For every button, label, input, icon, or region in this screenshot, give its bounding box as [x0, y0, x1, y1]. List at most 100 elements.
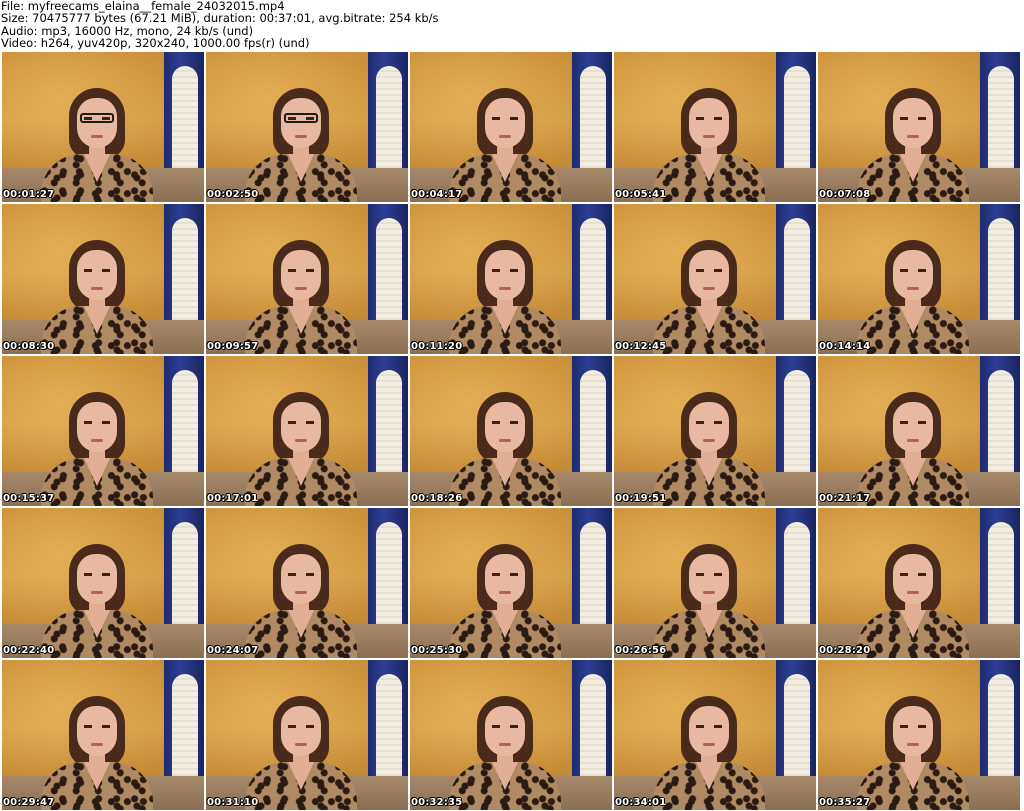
person [37, 236, 157, 354]
paper-lamp [172, 66, 198, 184]
video-thumbnail[interactable]: 00:04:17 [410, 52, 612, 202]
eyes [492, 725, 518, 728]
person [853, 540, 973, 658]
mouth [91, 743, 103, 746]
paper-lamp [172, 218, 198, 336]
thumbnail-timestamp: 00:26:56 [615, 645, 667, 656]
thumbnail-timestamp: 00:19:51 [615, 493, 667, 504]
video-thumbnail[interactable]: 00:19:51 [614, 356, 816, 506]
paper-lamp [784, 218, 810, 336]
paper-lamp [172, 522, 198, 640]
video-thumbnail[interactable]: 00:15:37 [2, 356, 204, 506]
video-thumbnail[interactable]: 00:14:14 [818, 204, 1020, 354]
paper-lamp [376, 522, 402, 640]
face [77, 706, 117, 756]
face [281, 250, 321, 300]
thumbnail-timestamp: 00:14:14 [819, 341, 871, 352]
video-thumbnail[interactable]: 00:31:10 [206, 660, 408, 810]
person [649, 388, 769, 506]
paper-lamp [580, 218, 606, 336]
face [689, 706, 729, 756]
person [241, 692, 361, 810]
thumbnail-timestamp: 00:22:40 [3, 645, 55, 656]
mouth [703, 439, 715, 442]
video-thumbnail[interactable]: 00:01:27 [2, 52, 204, 202]
face [893, 402, 933, 452]
mouth [295, 135, 307, 138]
video-thumbnail[interactable]: 00:35:27 [818, 660, 1020, 810]
thumbnail-timestamp: 00:04:17 [411, 189, 463, 200]
thumbnail-timestamp: 00:35:27 [819, 797, 871, 808]
video-thumbnail[interactable]: 00:34:01 [614, 660, 816, 810]
person [241, 236, 361, 354]
eyes [696, 421, 722, 424]
face [77, 402, 117, 452]
video-thumbnail[interactable]: 00:24:07 [206, 508, 408, 658]
paper-lamp [580, 66, 606, 184]
eyes [492, 117, 518, 120]
thumbnail-timestamp: 00:11:20 [411, 341, 463, 352]
eyes [900, 117, 926, 120]
paper-lamp [580, 674, 606, 792]
video-thumbnail[interactable]: 00:26:56 [614, 508, 816, 658]
eyes [288, 725, 314, 728]
face [689, 250, 729, 300]
eyes [696, 573, 722, 576]
paper-lamp [784, 674, 810, 792]
face [281, 554, 321, 604]
person [241, 388, 361, 506]
paper-lamp [580, 370, 606, 488]
paper-lamp [784, 522, 810, 640]
video-thumbnail[interactable]: 00:21:17 [818, 356, 1020, 506]
mouth [91, 287, 103, 290]
video-thumbnail[interactable]: 00:28:20 [818, 508, 1020, 658]
eyes [492, 269, 518, 272]
paper-lamp [376, 218, 402, 336]
video-thumbnail[interactable]: 00:11:20 [410, 204, 612, 354]
person [445, 236, 565, 354]
thumbnail-timestamp: 00:09:57 [207, 341, 259, 352]
face [485, 98, 525, 148]
video-info-line: Video: h264, yuv420p, 320x240, 1000.00 f… [1, 36, 310, 51]
thumbnail-timestamp: 00:28:20 [819, 645, 871, 656]
video-thumbnail[interactable]: 00:12:45 [614, 204, 816, 354]
video-thumbnail[interactable]: 00:02:50 [206, 52, 408, 202]
eyes [696, 117, 722, 120]
video-thumbnail[interactable]: 00:08:30 [2, 204, 204, 354]
paper-lamp [988, 218, 1014, 336]
mouth [91, 439, 103, 442]
thumbnail-timestamp: 00:15:37 [3, 493, 55, 504]
video-thumbnail[interactable]: 00:22:40 [2, 508, 204, 658]
eyes [84, 269, 110, 272]
video-thumbnail[interactable]: 00:29:47 [2, 660, 204, 810]
face [281, 402, 321, 452]
video-thumbnail[interactable]: 00:32:35 [410, 660, 612, 810]
paper-lamp [172, 674, 198, 792]
face [77, 554, 117, 604]
eyes [492, 573, 518, 576]
thumbnail-timestamp: 00:21:17 [819, 493, 871, 504]
eyes [84, 573, 110, 576]
mouth [907, 591, 919, 594]
face [689, 402, 729, 452]
thumbnail-timestamp: 00:25:30 [411, 645, 463, 656]
video-thumbnail[interactable]: 00:09:57 [206, 204, 408, 354]
mouth [295, 591, 307, 594]
mouth [499, 439, 511, 442]
face [281, 98, 321, 148]
person [649, 540, 769, 658]
paper-lamp [784, 370, 810, 488]
video-thumbnail[interactable]: 00:25:30 [410, 508, 612, 658]
video-thumbnail[interactable]: 00:17:01 [206, 356, 408, 506]
mouth [91, 591, 103, 594]
video-thumbnail[interactable]: 00:18:26 [410, 356, 612, 506]
thumbnail-timestamp: 00:05:41 [615, 189, 667, 200]
video-thumbnail[interactable]: 00:07:08 [818, 52, 1020, 202]
video-thumbnail[interactable]: 00:05:41 [614, 52, 816, 202]
thumbnail-timestamp: 00:07:08 [819, 189, 871, 200]
thumbnail-timestamp: 00:31:10 [207, 797, 259, 808]
paper-lamp [988, 66, 1014, 184]
face [485, 706, 525, 756]
person [37, 540, 157, 658]
mouth [703, 135, 715, 138]
